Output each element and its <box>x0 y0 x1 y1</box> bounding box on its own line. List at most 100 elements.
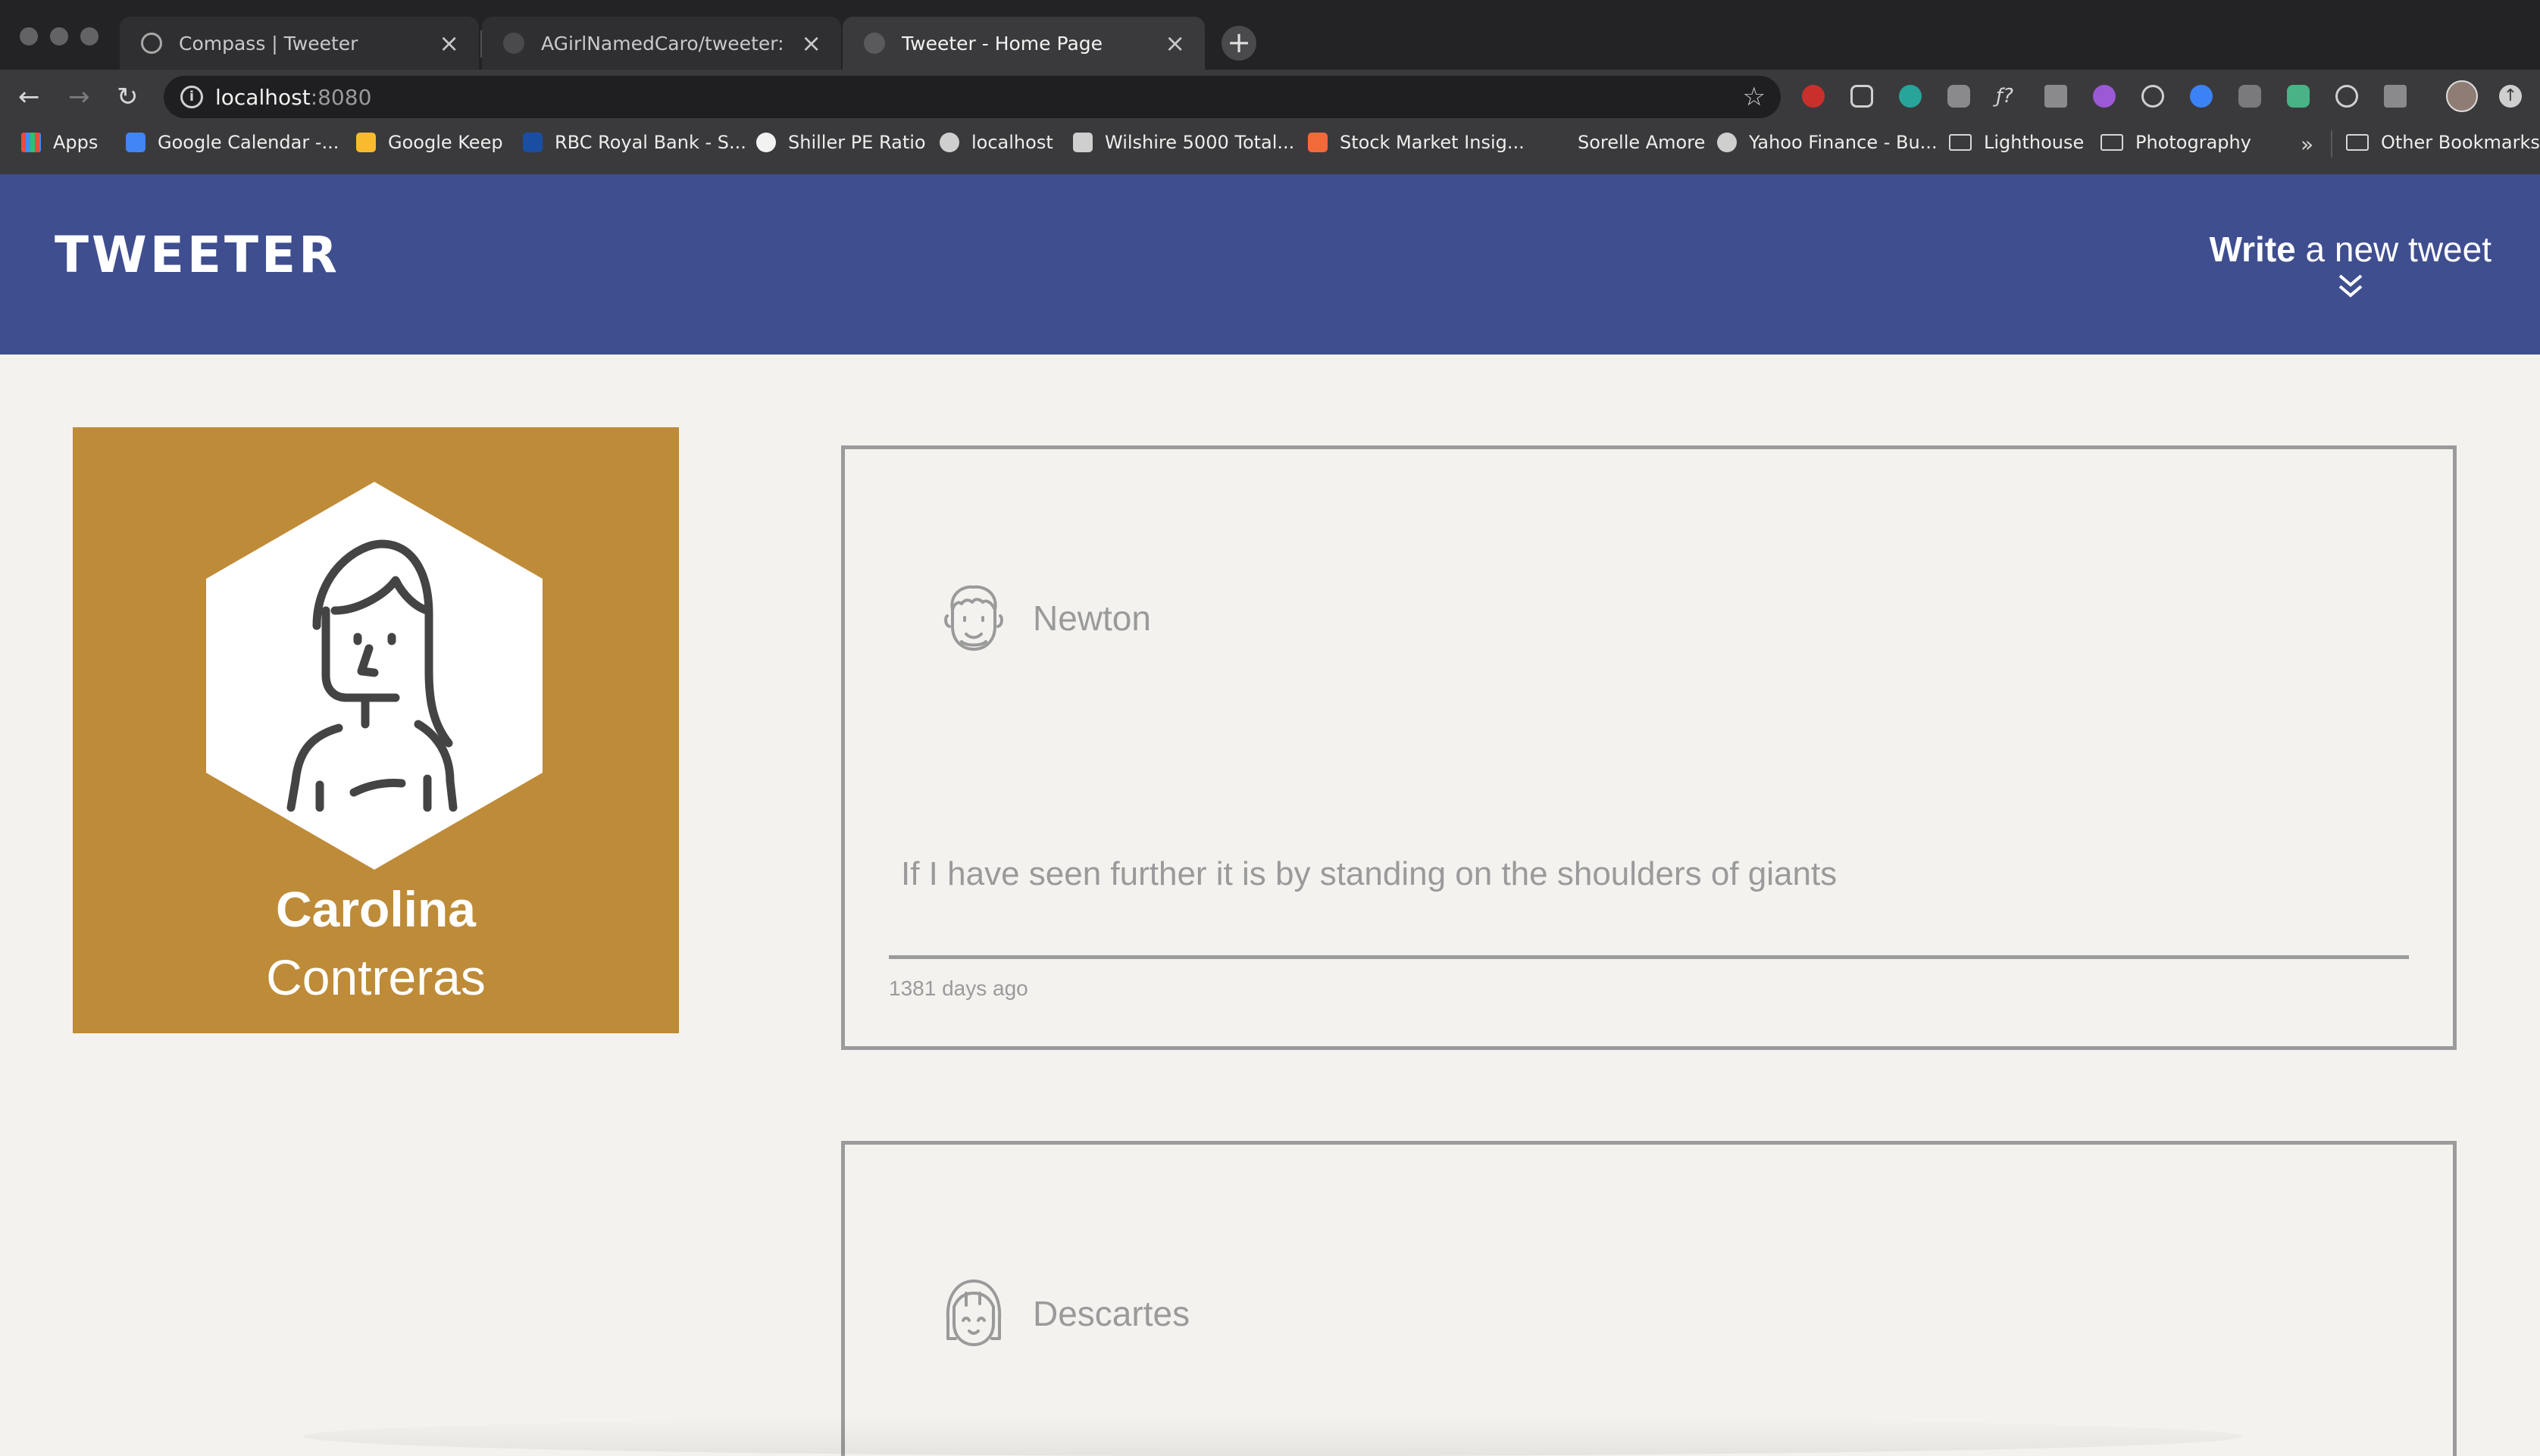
pen-extension-icon[interactable] <box>2044 85 2067 108</box>
compose-bold: Write <box>2209 230 2296 269</box>
color-extension-icon[interactable] <box>2093 85 2116 108</box>
tab-close-icon[interactable]: × <box>801 31 821 55</box>
grammarly-extension-icon[interactable] <box>1899 85 1922 108</box>
url-host: localhost <box>215 85 311 110</box>
tweet-divider <box>889 955 2409 959</box>
address-bar[interactable]: i localhost:8080 ☆ <box>164 76 1781 118</box>
bookmark-photography[interactable]: Photography <box>2101 132 2251 153</box>
bookmark-label: Yahoo Finance - Bu... <box>1749 132 1938 153</box>
curly-hair-face-icon <box>944 585 1003 651</box>
tab-close-icon[interactable]: × <box>439 31 459 55</box>
back-arrow-icon[interactable]: ← <box>18 82 40 112</box>
more-bookmarks-chevron-icon[interactable]: » <box>2301 132 2313 157</box>
new-tab-button[interactable]: + <box>1222 26 1256 61</box>
bookmark-label: Photography <box>2135 132 2251 153</box>
bookmark-other[interactable]: Other Bookmarks <box>2346 132 2540 153</box>
google-keep-icon <box>356 133 376 152</box>
tab-title: Tweeter - Home Page <box>902 32 1103 55</box>
site-logo[interactable]: TWEETER <box>55 226 340 284</box>
bangs-face-icon <box>946 1279 1002 1346</box>
compass-favicon-icon <box>141 33 162 54</box>
tab-bar: Compass | Tweeter × AGirlNamedCaro/tweet… <box>0 0 2540 70</box>
notes-extension-icon[interactable] <box>1947 85 1970 108</box>
browser-chrome: Compass | Tweeter × AGirlNamedCaro/tweet… <box>0 0 2540 174</box>
forward-arrow-icon[interactable]: → <box>68 82 90 112</box>
tweet-card: Descartes <box>841 1141 2457 1456</box>
rbc-icon <box>523 133 543 152</box>
bookmark-google-keep[interactable]: Google Keep <box>356 132 503 153</box>
dropbox-extension-icon[interactable] <box>2190 85 2213 108</box>
profile-last-name: Contreras <box>266 949 486 1005</box>
bookmark-stock-market[interactable]: Stock Market Insig... <box>1308 132 1525 153</box>
profile-avatar-hexagon <box>206 482 543 870</box>
tab-title: Compass | Tweeter <box>179 32 358 55</box>
react-devtools-icon[interactable] <box>2141 85 2164 108</box>
folder-icon <box>2346 134 2369 151</box>
globe-icon <box>940 133 959 152</box>
google-calendar-icon <box>126 133 145 152</box>
bookmark-label: Google Keep <box>388 132 503 153</box>
bookmark-apps[interactable]: Apps <box>21 132 98 153</box>
profile-avatar[interactable] <box>2446 80 2478 112</box>
tab-tweeter-home[interactable]: Tweeter - Home Page × <box>843 17 1205 70</box>
bookmark-localhost[interactable]: localhost <box>940 132 1053 153</box>
folder-icon <box>1949 134 1972 151</box>
page-header: TWEETER Write a new tweet <box>0 174 2540 355</box>
compose-shadow <box>303 1417 2243 1456</box>
green-extension-icon[interactable] <box>2287 85 2310 108</box>
chart-extension-icon[interactable] <box>2238 85 2261 108</box>
apps-grid-icon <box>21 133 41 152</box>
bookmark-lighthouse[interactable]: Lighthouse <box>1949 132 2084 153</box>
tab-github[interactable]: AGirlNamedCaro/tweeter: A twit × <box>482 17 841 70</box>
bookmark-wilshire[interactable]: Wilshire 5000 Total... <box>1073 132 1294 153</box>
tweet-author: Newton <box>1033 598 1151 638</box>
bookmark-label: Google Calendar -... <box>158 132 339 153</box>
bookmark-label: localhost <box>971 132 1053 153</box>
bookmark-label: Apps <box>53 132 99 153</box>
site-info-icon[interactable]: i <box>180 86 203 108</box>
chart-icon <box>1073 133 1093 152</box>
bookmarks-divider <box>2331 130 2332 158</box>
tweet-author: Descartes <box>1033 1294 1190 1333</box>
write-tweet-toggle[interactable]: Write a new tweet <box>2210 229 2492 298</box>
globe-icon <box>756 133 776 152</box>
bookmark-label: Stock Market Insig... <box>1340 132 1525 153</box>
folder-icon <box>2101 134 2123 151</box>
bookmark-label: Sorelle Amore <box>1578 132 1706 153</box>
tweet-card: Newton If I have seen further it is by s… <box>841 445 2457 1050</box>
globe-icon <box>1717 133 1737 152</box>
window-close-dot[interactable] <box>20 27 38 45</box>
bookmark-google-calendar[interactable]: Google Calendar -... <box>126 132 339 153</box>
alpha-icon <box>1308 133 1328 152</box>
blank-icon <box>1546 133 1566 152</box>
address-url[interactable]: localhost:8080 <box>215 85 371 110</box>
bookmark-shiller[interactable]: Shiller PE Ratio <box>756 132 926 153</box>
window-zoom-dot[interactable] <box>80 27 99 45</box>
profile-card: Carolina Contreras <box>73 427 679 1033</box>
globe-favicon-icon <box>864 33 885 54</box>
bookmark-label: Lighthouse <box>1984 132 2085 153</box>
lightbulb-extension-icon[interactable] <box>2335 85 2358 108</box>
tab-close-icon[interactable]: × <box>1165 31 1185 55</box>
tweet-text: If I have seen further it is by standing… <box>901 855 1838 892</box>
adblock-extension-icon[interactable] <box>1802 85 1825 108</box>
compose-rest: a new tweet <box>2295 230 2492 269</box>
bookmark-sorelle[interactable]: Sorelle Amore <box>1546 132 1705 153</box>
double-chevron-down-icon[interactable] <box>2335 273 2366 298</box>
bookmark-rbc[interactable]: RBC Royal Bank - S... <box>523 132 746 153</box>
drive-extension-icon[interactable] <box>2384 85 2407 108</box>
bookmark-label: Other Bookmarks <box>2381 132 2540 153</box>
tweet-timestamp: 1381 days ago <box>889 976 1028 1000</box>
bookmark-label: Shiller PE Ratio <box>788 132 926 153</box>
bookmark-label: Wilshire 5000 Total... <box>1105 132 1295 153</box>
github-favicon-icon <box>503 33 524 54</box>
reload-icon[interactable]: ↻ <box>117 82 139 112</box>
bookmark-yahoo-finance[interactable]: Yahoo Finance - Bu... <box>1717 132 1938 153</box>
url-port: :8080 <box>310 85 372 110</box>
tab-compass[interactable]: Compass | Tweeter × <box>120 17 479 70</box>
pocket-extension-icon[interactable] <box>1850 85 1873 108</box>
bookmark-star-icon[interactable]: ☆ <box>1743 82 1766 112</box>
window-minimize-dot[interactable] <box>50 27 68 45</box>
formula-extension-icon[interactable]: ƒ? <box>1996 85 2019 108</box>
update-icon[interactable]: ↑ <box>2499 85 2522 108</box>
